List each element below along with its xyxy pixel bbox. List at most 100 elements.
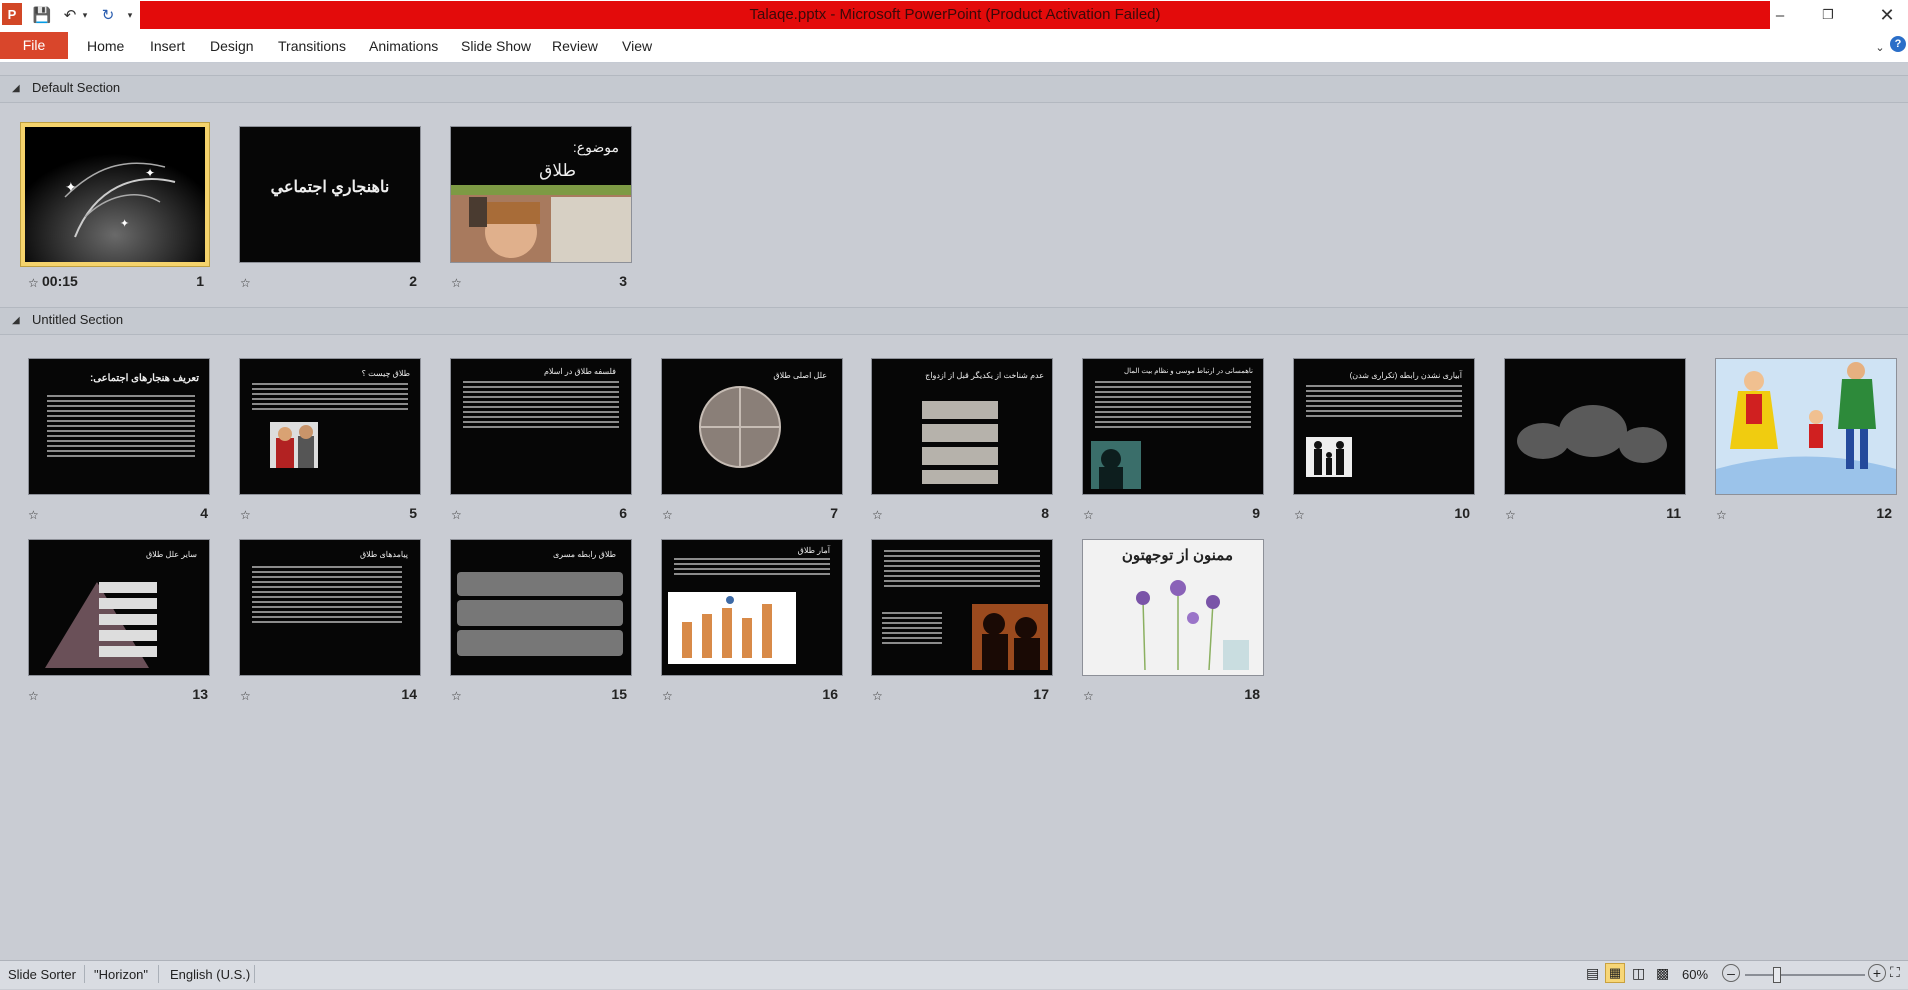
slide-title: پیامدهای طلاق: [359, 550, 408, 559]
collapse-section-icon[interactable]: ◢: [12, 83, 20, 94]
transition-icon[interactable]: ☆: [28, 689, 39, 703]
tab-slide-show[interactable]: Slide Show: [461, 38, 531, 54]
slide-number: 11: [1666, 505, 1681, 521]
slide-sorter-view-icon[interactable]: ▦: [1605, 963, 1625, 983]
slide-number: 8: [1041, 505, 1049, 521]
slide-timing: 00:15: [42, 273, 78, 289]
slide-12-family-illustration: [1716, 359, 1896, 494]
transition-icon[interactable]: ☆: [451, 689, 462, 703]
undo-icon[interactable]: ↶: [60, 4, 80, 26]
slide-number: 6: [619, 505, 627, 521]
minimize-icon[interactable]: –: [1770, 4, 1790, 26]
slide-thumbnail-13[interactable]: سایر علل طلاق: [29, 540, 209, 675]
section-name: Default Section: [32, 80, 121, 95]
help-icon[interactable]: ?: [1890, 36, 1906, 52]
tab-review[interactable]: Review: [552, 38, 598, 54]
transition-icon[interactable]: ☆: [451, 276, 462, 290]
slide-5-photo: [270, 422, 318, 468]
slide-number: 10: [1454, 505, 1470, 521]
slide-number: 15: [611, 686, 627, 702]
transition-icon[interactable]: ☆: [662, 689, 673, 703]
slide-thumbnail-2[interactable]: ناهنجاري اجتماعي: [240, 127, 420, 262]
normal-view-icon[interactable]: ▤: [1586, 965, 1599, 982]
zoom-slider[interactable]: [1745, 974, 1865, 976]
title-bar: P 💾 ↶ ▾ ↻ ▾ Talaqe.pptx - Microsoft Powe…: [0, 0, 1908, 30]
slide-thumbnail-12[interactable]: [1716, 359, 1896, 494]
slide-title: آبیاری نشدن رابطه (تکراری شدن): [1349, 371, 1462, 380]
reading-view-icon[interactable]: ◫: [1632, 965, 1645, 982]
tab-design[interactable]: Design: [210, 38, 254, 54]
slide-thumbnail-14[interactable]: پیامدهای طلاق: [240, 540, 420, 675]
transition-icon[interactable]: ☆: [28, 508, 39, 522]
zoom-out-icon[interactable]: –: [1722, 964, 1740, 982]
zoom-in-icon[interactable]: +: [1868, 964, 1886, 982]
slide-10-family-silhouette: [1306, 437, 1352, 477]
slide-thumbnail-4[interactable]: تعریف هنجارهای اجتماعی:: [29, 359, 209, 494]
repeat-icon[interactable]: ↻: [98, 4, 118, 26]
slide-thumbnail-18[interactable]: ممنون از توجهتون: [1083, 540, 1263, 675]
slide-number: 17: [1033, 686, 1049, 702]
slide-16-chart-image: [668, 592, 796, 664]
status-bar: Slide Sorter "Horizon" English (U.S.) ▤ …: [0, 960, 1908, 989]
slide-title: ناهمسانی در ارتباط موسی و نظام بیت المال: [1124, 368, 1253, 375]
tab-transitions[interactable]: Transitions: [278, 38, 346, 54]
zoom-level[interactable]: 60%: [1682, 967, 1708, 982]
tab-view[interactable]: View: [622, 38, 652, 54]
slide-number: 1: [196, 273, 204, 289]
transition-icon[interactable]: ☆: [1505, 508, 1516, 522]
transition-icon[interactable]: ☆: [28, 276, 39, 290]
transition-icon[interactable]: ☆: [1083, 689, 1094, 703]
slide-thumbnail-11[interactable]: [1505, 359, 1685, 494]
slide-thumbnail-7[interactable]: علل اصلی طلاق: [662, 359, 842, 494]
slide-title: آمار طلاق: [797, 546, 830, 555]
transition-icon[interactable]: ☆: [872, 689, 883, 703]
slide-number: 2: [409, 273, 417, 289]
restore-icon[interactable]: ❐: [1818, 4, 1838, 26]
section-name: Untitled Section: [32, 312, 124, 327]
slide-thumbnail-1[interactable]: ✦ ✦ ✦: [25, 127, 205, 262]
section-header-default[interactable]: ◢ Default Section: [0, 75, 1908, 103]
zoom-slider-thumb[interactable]: [1773, 967, 1781, 983]
transition-icon[interactable]: ☆: [662, 508, 673, 522]
slide-thumbnail-6[interactable]: فلسفه طلاق در اسلام: [451, 359, 631, 494]
undo-dropdown-icon[interactable]: ▾: [80, 4, 90, 26]
status-theme-name[interactable]: "Horizon": [94, 967, 148, 982]
tab-file[interactable]: File: [0, 32, 68, 59]
tab-insert[interactable]: Insert: [150, 38, 185, 54]
slide-thumbnail-16[interactable]: آمار طلاق: [662, 540, 842, 675]
transition-icon[interactable]: ☆: [451, 508, 462, 522]
transition-icon[interactable]: ☆: [240, 508, 251, 522]
slide-7-cycle-diagram: [699, 386, 781, 468]
slide-show-view-icon[interactable]: ▩: [1656, 965, 1669, 982]
ribbon-minimize-icon[interactable]: ⌄: [1872, 36, 1888, 58]
tab-home[interactable]: Home: [87, 38, 124, 54]
transition-icon[interactable]: ☆: [1716, 508, 1727, 522]
slide-thumbnail-8[interactable]: عدم شناخت از یکدیگر قبل از ازدواج: [872, 359, 1052, 494]
slide-number: 16: [822, 686, 838, 702]
transition-icon[interactable]: ☆: [1083, 508, 1094, 522]
collapse-section-icon[interactable]: ◢: [12, 315, 20, 326]
slide-thumbnail-3[interactable]: موضوع: طلاق: [451, 127, 631, 262]
save-icon[interactable]: 💾: [32, 4, 52, 26]
slide-thumbnail-10[interactable]: آبیاری نشدن رابطه (تکراری شدن): [1294, 359, 1474, 494]
slide-thumbnail-9[interactable]: ناهمسانی در ارتباط موسی و نظام بیت المال: [1083, 359, 1263, 494]
slide-thumbnail-5[interactable]: طلاق چيست ؟: [240, 359, 420, 494]
slide-number: 9: [1252, 505, 1260, 521]
close-icon[interactable]: ✕: [1876, 4, 1898, 26]
transition-icon[interactable]: ☆: [240, 276, 251, 290]
section-header-untitled[interactable]: ◢ Untitled Section: [0, 307, 1908, 335]
status-language[interactable]: English (U.S.): [170, 967, 250, 982]
slide-thumbnail-15[interactable]: طلاق رابطه مسری: [451, 540, 631, 675]
slide-title: طلاق چيست ؟: [361, 369, 410, 378]
transition-icon[interactable]: ☆: [240, 689, 251, 703]
tab-animations[interactable]: Animations: [369, 38, 438, 54]
transition-icon[interactable]: ☆: [872, 508, 883, 522]
transition-icon[interactable]: ☆: [1294, 508, 1305, 522]
slide-title: ناهنجاري اجتماعي: [270, 179, 390, 196]
fit-to-window-icon[interactable]: ⛶: [1890, 964, 1900, 981]
slide-thumbnail-17[interactable]: [872, 540, 1052, 675]
slide-3-photo: [451, 185, 631, 262]
customize-toolbar-icon[interactable]: ▾: [124, 4, 136, 26]
powerpoint-logo-icon[interactable]: P: [2, 3, 22, 25]
slide-title: تعریف هنجارهای اجتماعی:: [89, 373, 199, 384]
